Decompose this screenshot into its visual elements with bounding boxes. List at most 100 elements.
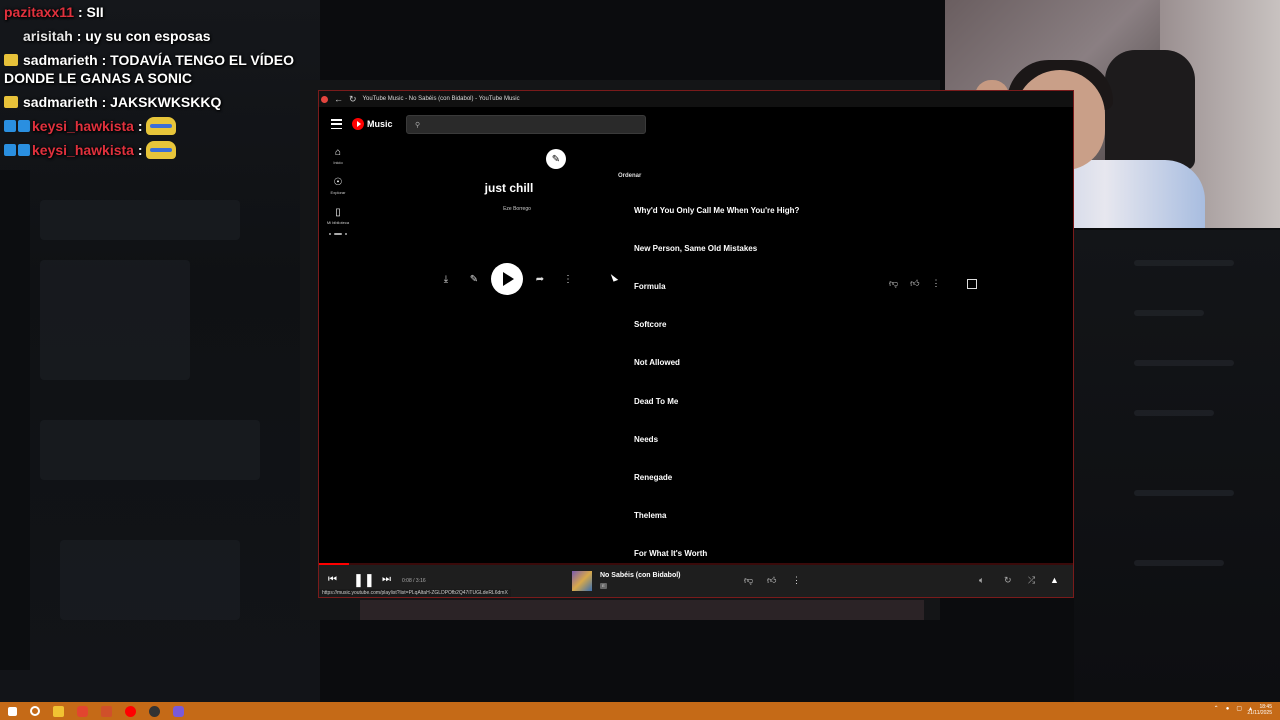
background-panel <box>1074 230 1280 702</box>
playlist-title: just chill <box>484 181 534 195</box>
now-playing-title[interactable]: No Sabéis (con Bidabol) <box>600 572 681 579</box>
nav-scroll-indicator <box>319 233 357 235</box>
play-playlist-button[interactable] <box>491 263 523 295</box>
track-title: Needs <box>634 434 659 444</box>
chat-text: : JAKSKWKSKKQ <box>97 94 222 110</box>
pencil-icon: ✎ <box>469 273 479 285</box>
next-track-icon[interactable]: ⏭︎ <box>382 574 391 585</box>
album-thumbnail[interactable] <box>572 571 592 591</box>
chat-message: sadmarieth : JAKSKWKSKKQ <box>4 90 324 114</box>
share-button[interactable]: ➦ <box>529 268 551 290</box>
track-row[interactable]: Needs <box>634 420 1054 458</box>
track-row[interactable]: New Person, Same Old Mistakes <box>634 229 1054 267</box>
mouse-cursor-icon <box>610 272 619 282</box>
track-row[interactable]: Dead To Me <box>634 382 1054 420</box>
menu-icon[interactable] <box>331 119 342 129</box>
network-icon[interactable]: ▢ <box>1236 705 1242 712</box>
chat-text: : uy su con esposas <box>72 28 211 44</box>
windows-start-icon[interactable] <box>8 706 17 716</box>
youtube-music-taskbar-icon[interactable] <box>125 705 136 717</box>
shuffle-icon[interactable]: ⤮ <box>1028 575 1035 586</box>
track-title: Dead To Me <box>634 396 679 406</box>
logo-text: Music <box>367 119 393 129</box>
prime-badge-icon <box>4 144 16 156</box>
chevron-up-icon[interactable]: ⌃ <box>1214 705 1219 712</box>
playlist-owner[interactable]: Eze Borrego <box>479 206 555 212</box>
like-icon[interactable]: 👍︎ <box>767 575 776 586</box>
volume-icon[interactable]: 🔈︎ <box>979 575 984 586</box>
chat-username: sadmarieth <box>23 94 98 110</box>
expand-up-icon[interactable]: ▲ <box>1050 575 1059 585</box>
library-icon: ▯ <box>335 207 341 218</box>
search-icon[interactable] <box>30 706 40 716</box>
youtube-music-logo[interactable]: Music <box>352 118 393 130</box>
select-checkbox[interactable] <box>966 278 977 289</box>
file-explorer-icon[interactable] <box>53 705 64 717</box>
chat-message: pazitaxx11 : SII <box>4 0 324 24</box>
edit-playlist-button[interactable]: ✎ <box>546 149 566 169</box>
like-icon[interactable]: 👍︎ <box>910 278 919 289</box>
more-options-button[interactable]: ⋮ <box>557 268 579 290</box>
chat-message: arisitah : uy su con esposas <box>4 24 324 48</box>
dislike-icon[interactable]: 👎︎ <box>744 575 753 586</box>
nav-label: Inicio <box>333 160 343 165</box>
more-vertical-icon[interactable]: ⋮ <box>932 278 941 289</box>
repeat-icon[interactable]: ↻ <box>1004 575 1012 586</box>
close-window-button[interactable] <box>321 95 328 103</box>
top-bar: Music ⚲ <box>319 107 1073 141</box>
chat-username: arisitah <box>23 28 73 44</box>
track-title: Softcore <box>634 320 667 330</box>
reload-icon[interactable]: ↻ <box>349 94 357 105</box>
back-icon[interactable]: ← <box>334 94 343 104</box>
track-row[interactable]: Why'd You Only Call Me When You're High? <box>634 191 1054 229</box>
nav-item-home[interactable]: ⌂ Inicio <box>319 147 357 165</box>
emote-icon <box>146 141 177 159</box>
track-row[interactable]: Not Allowed <box>634 344 1054 382</box>
sort-button[interactable]: Ordenar <box>618 173 641 179</box>
app-icon[interactable] <box>101 705 112 717</box>
track-title: Formula <box>634 281 666 291</box>
track-title: Not Allowed <box>634 358 680 368</box>
previous-track-icon[interactable]: ⏮︎ <box>328 574 337 585</box>
pause-icon[interactable]: ❚❚ <box>353 572 375 588</box>
track-list: Why'd You Only Call Me When You're High?… <box>634 191 1054 573</box>
more-vertical-icon: ⋮ <box>563 273 573 285</box>
track-title: Why'd You Only Call Me When You're High? <box>634 205 800 215</box>
dislike-icon[interactable]: 👎︎ <box>889 278 898 289</box>
chat-message: keysi_hawkista : <box>4 138 324 162</box>
system-clock[interactable]: 18:45 21/11/2025 <box>1247 704 1272 716</box>
window-title: YouTube Music - No Sabéis (con Bidabol) … <box>362 96 520 102</box>
system-tray: ⌃ ● ▢ ▴ <box>1214 705 1252 713</box>
emote-icon <box>146 117 177 135</box>
track-row[interactable]: Renegade <box>634 458 1054 496</box>
pencil-icon: ✎ <box>551 153 561 165</box>
chat-username: sadmarieth <box>23 52 98 68</box>
download-button[interactable]: ⤓ <box>435 268 457 290</box>
track-hover-controls: 👎︎ 👍︎ ⋮ <box>889 278 977 289</box>
stream-chat: pazitaxx11 : SII arisitah : uy su con es… <box>4 0 324 162</box>
clock-date: 21/11/2025 <box>1247 710 1272 716</box>
window-titlebar: ← ↻ YouTube Music - No Sabéis (con Bidab… <box>319 91 1073 107</box>
discord-icon[interactable] <box>173 705 184 717</box>
playback-time: 0:08 / 3:16 <box>402 578 426 584</box>
track-row[interactable]: Thelema <box>634 497 1054 535</box>
chat-username: keysi_hawkista <box>32 118 134 134</box>
more-vertical-icon[interactable]: ⋮ <box>792 575 801 586</box>
chat-username: keysi_hawkista <box>32 142 134 158</box>
track-row[interactable]: Formula <box>634 267 1054 305</box>
chat-text: : <box>133 142 147 158</box>
chat-message: keysi_hawkista : <box>4 114 324 138</box>
play-logo-icon <box>352 118 364 130</box>
playback-progress-bar[interactable] <box>319 563 350 565</box>
microphone-icon[interactable]: ● <box>1226 706 1230 712</box>
track-row[interactable]: Softcore <box>634 306 1054 344</box>
edit-button[interactable]: ✎ <box>463 268 485 290</box>
search-input[interactable]: ⚲ <box>406 115 646 134</box>
obs-icon[interactable] <box>149 705 160 717</box>
nav-item-explore[interactable]: ☉ Explorar <box>319 177 357 195</box>
nav-label: Explorar <box>330 190 346 195</box>
track-title: New Person, Same Old Mistakes <box>634 243 758 253</box>
chat-username: pazitaxx11 <box>4 4 75 20</box>
nav-item-library[interactable]: ▯ Mi biblioteca <box>319 207 357 225</box>
brave-browser-icon[interactable] <box>77 705 88 717</box>
